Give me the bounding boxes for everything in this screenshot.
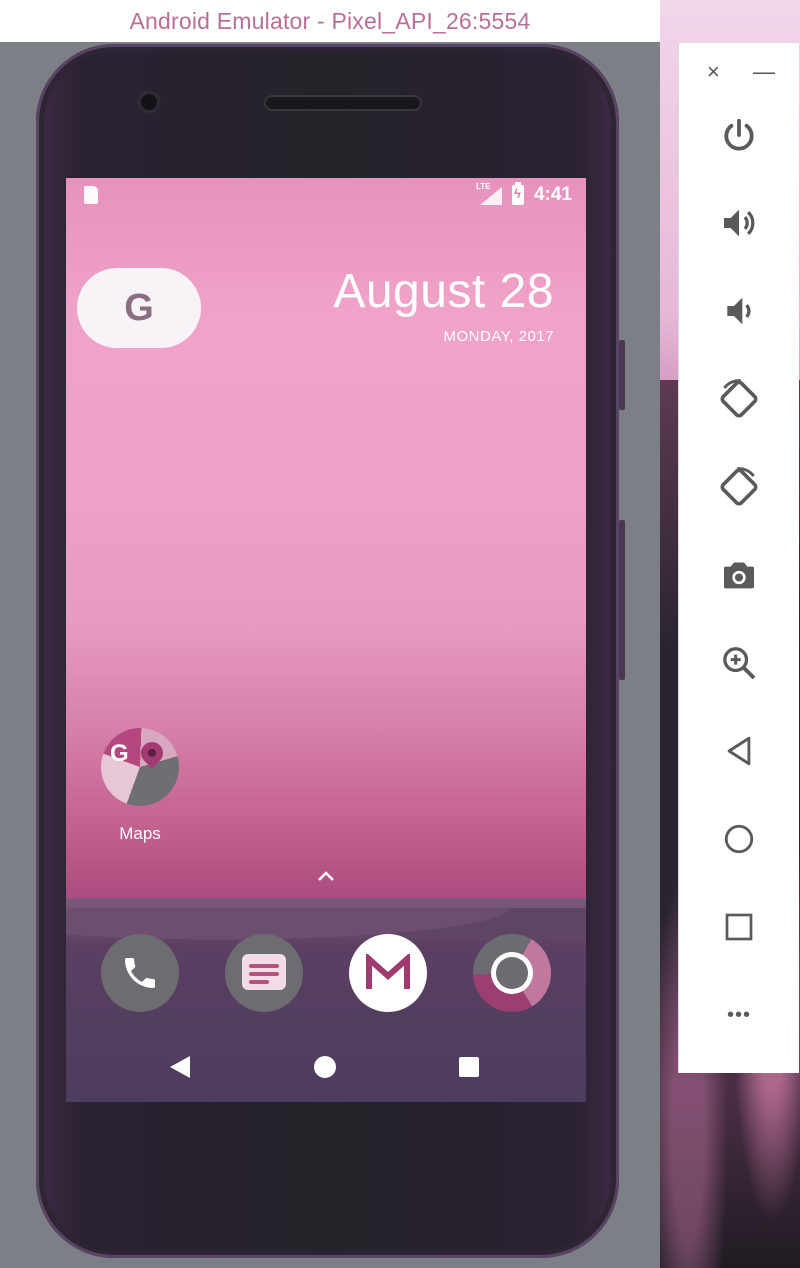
minimize-icon[interactable]: — — [753, 57, 775, 87]
date-widget-date[interactable]: August 28 — [333, 264, 554, 319]
messages-app-icon[interactable] — [225, 934, 303, 1012]
more-icon[interactable]: ••• — [699, 985, 779, 1045]
camera-icon[interactable] — [699, 545, 779, 605]
power-icon[interactable] — [699, 105, 779, 165]
lte-signal-icon: LTE — [476, 182, 502, 205]
gmail-app-icon[interactable] — [349, 934, 427, 1012]
volume-side-button[interactable] — [619, 520, 625, 680]
power-side-button[interactable] — [619, 340, 625, 410]
window-title: Android Emulator - Pixel_API_26:5554 — [0, 0, 660, 42]
maps-app-label: Maps — [119, 824, 161, 843]
earpiece-speaker — [264, 95, 422, 111]
google-search-pill[interactable]: G — [77, 268, 201, 348]
status-time: 4:41 — [533, 184, 572, 205]
overview-icon[interactable] — [699, 897, 779, 957]
rotate-left-icon[interactable] — [699, 369, 779, 429]
maps-app-icon[interactable]: G — [101, 728, 179, 806]
emulator-toolbar: × — ••• — [679, 43, 799, 1073]
sd-card-icon — [84, 186, 98, 204]
volume-up-icon[interactable] — [699, 193, 779, 253]
battery-charging-icon — [511, 182, 524, 205]
front-camera — [137, 90, 161, 114]
close-icon[interactable]: × — [707, 57, 720, 87]
status-bar: LTE 4:41 — [66, 178, 586, 212]
date-widget-day: MONDAY, 2017 — [443, 328, 554, 345]
map-pin-icon — [136, 737, 168, 769]
chrome-app-icon[interactable] — [473, 934, 551, 1012]
emulator-window: Android Emulator - Pixel_API_26:5554 LTE… — [0, 0, 660, 1268]
volume-down-icon[interactable] — [699, 281, 779, 341]
nav-overview-icon[interactable] — [459, 1057, 479, 1077]
nav-home-icon[interactable] — [314, 1056, 336, 1078]
phone-app-icon[interactable] — [101, 934, 179, 1012]
app-drawer-chevron-up-icon[interactable] — [314, 866, 338, 886]
google-g-icon: G — [124, 286, 154, 329]
home-icon[interactable] — [699, 809, 779, 869]
back-icon[interactable] — [699, 721, 779, 781]
phone-screen[interactable]: LTE 4:41 G August 28 MONDAY, 2017 G Maps — [66, 178, 586, 1102]
rotate-right-icon[interactable] — [699, 457, 779, 517]
zoom-icon[interactable] — [699, 633, 779, 693]
nav-back-icon[interactable] — [170, 1056, 190, 1078]
